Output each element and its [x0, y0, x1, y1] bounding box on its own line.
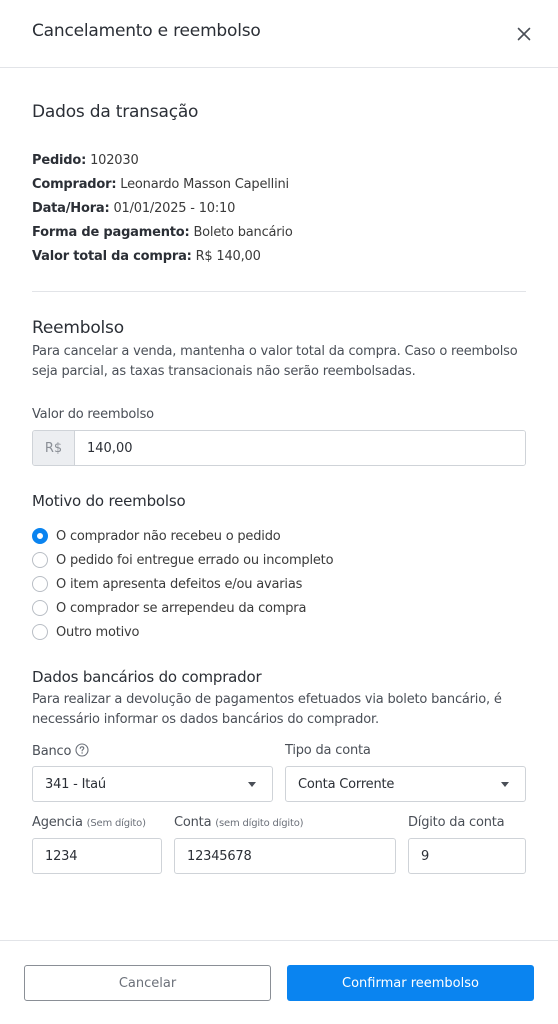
- transaction-datetime-row: Data/Hora: 01/01/2025 - 10:10: [32, 201, 235, 216]
- transaction-datetime-label: Data/Hora:: [32, 201, 110, 216]
- refund-amount-label: Valor do reembolso: [32, 407, 154, 422]
- account-type-label: Tipo da conta: [285, 743, 371, 758]
- reason-option-label: O comprador se arrependeu da compra: [56, 600, 307, 616]
- transaction-payment-row: Forma de pagamento: Boleto bancário: [32, 225, 293, 240]
- refund-amount-input[interactable]: [75, 431, 525, 465]
- transaction-payment-label: Forma de pagamento:: [32, 225, 190, 240]
- cancel-button[interactable]: Cancelar: [24, 965, 271, 1001]
- radio-unchecked-icon[interactable]: [32, 600, 48, 616]
- transaction-total-label: Valor total da compra:: [32, 249, 192, 264]
- transaction-order-label: Pedido:: [32, 153, 87, 168]
- reason-section-title: Motivo do reembolso: [32, 492, 186, 510]
- modal-footer: Cancelar Confirmar reembolso: [0, 940, 558, 1024]
- reason-option-other[interactable]: Outro motivo: [32, 623, 139, 641]
- account-type-select-value: Conta Corrente: [298, 776, 395, 792]
- refund-section-title: Reembolso: [32, 318, 124, 338]
- chevron-down-icon: [248, 782, 256, 787]
- account-label: Conta: [174, 815, 212, 830]
- section-divider: [32, 291, 526, 292]
- account-digit-label: Dígito da conta: [408, 815, 505, 830]
- bank-select[interactable]: 341 - Itaú: [32, 766, 273, 802]
- transaction-total-value: R$ 140,00: [195, 249, 261, 264]
- refund-description: Para cancelar a venda, mantenha o valor …: [32, 344, 518, 379]
- account-label-row: Conta (sem dígito dígito): [174, 815, 304, 830]
- radio-unchecked-icon[interactable]: [32, 624, 48, 640]
- close-button[interactable]: [512, 22, 536, 46]
- agency-label: Agencia: [32, 815, 83, 830]
- agency-label-row: Agencia (Sem dígito): [32, 815, 146, 830]
- account-digit-input[interactable]: [408, 838, 526, 874]
- account-type-select[interactable]: Conta Corrente: [285, 766, 526, 802]
- agency-hint: (Sem dígito): [86, 818, 146, 829]
- transaction-section-title: Dados da transação: [32, 102, 199, 122]
- transaction-payment-value: Boleto bancário: [193, 225, 293, 240]
- reason-option-label: O item apresenta defeitos e/ou avarias: [56, 576, 303, 592]
- transaction-order-value: 102030: [90, 153, 139, 168]
- transaction-datetime-value: 01/01/2025 - 10:10: [113, 201, 236, 216]
- account-input[interactable]: [174, 838, 396, 874]
- reason-option-label: Outro motivo: [56, 624, 140, 640]
- confirm-refund-button[interactable]: Confirmar reembolso: [287, 965, 534, 1001]
- radio-unchecked-icon[interactable]: [32, 552, 48, 568]
- reason-option-defective[interactable]: O item apresenta defeitos e/ou avarias: [32, 575, 302, 593]
- chevron-down-icon: [501, 782, 509, 787]
- account-hint: (sem dígito dígito): [215, 818, 304, 829]
- bank-label-row: Banco: [32, 743, 89, 759]
- refund-amount-field: R$: [32, 430, 526, 466]
- bank-description: Para realizar a devolução de pagamentos …: [32, 692, 502, 727]
- close-icon: [517, 27, 531, 41]
- transaction-total-row: Valor total da compra: R$ 140,00: [32, 249, 261, 264]
- transaction-buyer-row: Comprador: Leonardo Masson Capellini: [32, 177, 289, 192]
- reason-option-wrong-order[interactable]: O pedido foi entregue errado ou incomple…: [32, 551, 334, 569]
- reason-option-regret[interactable]: O comprador se arrependeu da compra: [32, 599, 306, 617]
- bank-select-value: 341 - Itaú: [45, 776, 106, 792]
- modal-title: Cancelamento e reembolso: [32, 21, 261, 41]
- help-icon[interactable]: [75, 743, 89, 757]
- bank-label: Banco: [32, 744, 72, 759]
- agency-input[interactable]: [32, 838, 162, 874]
- reason-option-label: O pedido foi entregue errado ou incomple…: [56, 552, 334, 568]
- currency-prefix: R$: [33, 431, 75, 465]
- radio-unchecked-icon[interactable]: [32, 576, 48, 592]
- reason-option-not-received[interactable]: O comprador não recebeu o pedido: [32, 527, 281, 545]
- transaction-order-row: Pedido: 102030: [32, 153, 139, 168]
- radio-checked-icon[interactable]: [32, 528, 48, 544]
- modal-header: Cancelamento e reembolso: [0, 0, 558, 68]
- bank-section-title: Dados bancários do comprador: [32, 668, 262, 686]
- transaction-buyer-value: Leonardo Masson Capellini: [120, 177, 289, 192]
- transaction-buyer-label: Comprador:: [32, 177, 117, 192]
- reason-option-label: O comprador não recebeu o pedido: [56, 528, 281, 544]
